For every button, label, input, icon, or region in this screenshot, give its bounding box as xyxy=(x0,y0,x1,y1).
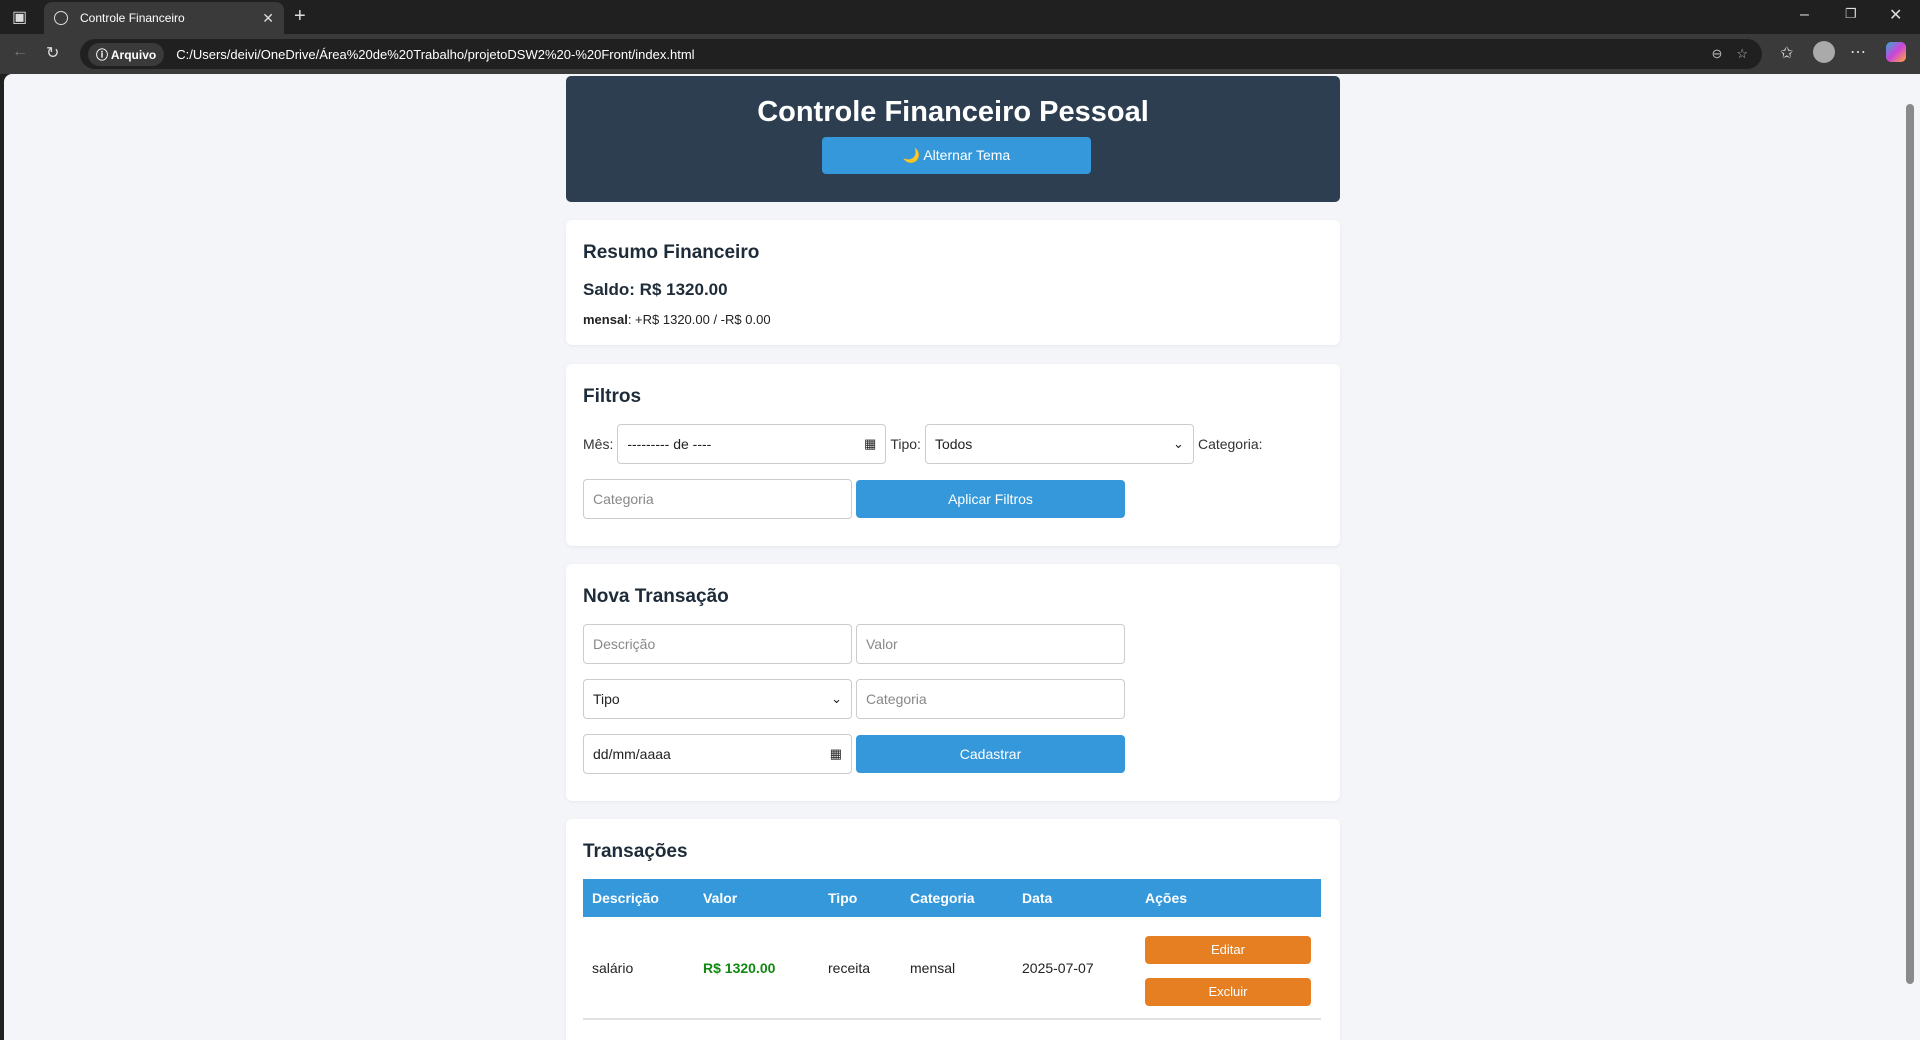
delete-button[interactable]: Excluir xyxy=(1145,977,1311,1006)
column-header: Data xyxy=(1013,879,1136,917)
summary-card: Resumo Financeiro Saldo: R$ 1320.00 mens… xyxy=(566,220,1340,345)
page-title: Controle Financeiro Pessoal xyxy=(757,96,1149,128)
transactions-card: Transações Descrição Valor Tipo Categori… xyxy=(566,819,1340,1040)
address-row: ← ↻ ⓘ Arquivo C:/Users/deivi/OneDrive/Ár… xyxy=(0,34,1920,74)
column-header: Valor xyxy=(694,879,819,917)
favorite-star-icon[interactable]: ☆ xyxy=(1736,46,1748,62)
toggle-theme-button[interactable]: 🌙 Alternar Tema xyxy=(822,137,1091,174)
url-text: C:/Users/deivi/OneDrive/Área%20de%20Trab… xyxy=(176,46,695,62)
type-label: Tipo: xyxy=(890,436,921,452)
transactions-title: Transações xyxy=(583,841,688,862)
column-header: Ações xyxy=(1136,879,1321,917)
zoom-icon[interactable]: ⊖ xyxy=(1711,46,1722,62)
apply-filters-button[interactable]: Aplicar Filtros xyxy=(856,480,1125,518)
column-header: Categoria xyxy=(901,879,1013,917)
value-input[interactable]: Valor xyxy=(856,624,1125,664)
favorites-icon[interactable]: ✩ xyxy=(1780,43,1793,63)
transactions-table: Descrição Valor Tipo Categoria Data Açõe… xyxy=(583,879,1321,1020)
cell-description: salário xyxy=(583,917,694,1020)
page-viewport: Controle Financeiro Pessoal 🌙 Alternar T… xyxy=(4,74,1900,1040)
cell-category: mensal xyxy=(901,917,1013,1020)
chevron-down-icon: ⌄ xyxy=(831,691,842,706)
new-transaction-card: Nova Transação Descrição Valor Tipo ⌄ Cat… xyxy=(566,564,1340,801)
reload-icon[interactable]: ↻ xyxy=(46,43,59,63)
cell-type: receita xyxy=(819,917,901,1020)
new-tab-icon[interactable]: + xyxy=(294,5,306,28)
profile-avatar[interactable] xyxy=(1813,41,1835,63)
type-select[interactable]: Tipo ⌄ xyxy=(583,679,852,719)
scrollbar[interactable] xyxy=(1900,74,1920,1040)
edit-button[interactable]: Editar xyxy=(1145,935,1311,964)
category-input[interactable]: Categoria xyxy=(856,679,1125,719)
copilot-icon[interactable] xyxy=(1886,42,1906,62)
submit-button[interactable]: Cadastrar xyxy=(856,735,1125,773)
table-row: salário R$ 1320.00 receita mensal 2025-0… xyxy=(583,917,1321,1020)
close-tab-icon[interactable]: ✕ xyxy=(262,10,274,27)
close-window-icon[interactable]: ✕ xyxy=(1889,5,1902,25)
calendar-icon[interactable]: ▦ xyxy=(864,436,876,452)
minimize-icon[interactable]: – xyxy=(1800,6,1809,24)
scrollbar-thumb[interactable] xyxy=(1906,104,1914,984)
description-input[interactable]: Descrição xyxy=(583,624,852,664)
table-header: Descrição Valor Tipo Categoria Data Açõe… xyxy=(583,879,1321,917)
app-header: Controle Financeiro Pessoal 🌙 Alternar T… xyxy=(566,76,1340,202)
address-bar[interactable]: ⓘ Arquivo C:/Users/deivi/OneDrive/Área%2… xyxy=(80,39,1762,69)
chevron-down-icon: ⌄ xyxy=(1173,436,1184,451)
summary-title: Resumo Financeiro xyxy=(583,242,760,263)
column-header: Tipo xyxy=(819,879,901,917)
category-label: Categoria: xyxy=(1197,436,1263,452)
filters-title: Filtros xyxy=(583,386,642,407)
back-icon[interactable]: ← xyxy=(12,43,28,61)
more-icon[interactable]: ⋯ xyxy=(1850,42,1866,62)
category-filter-input[interactable]: Categoria xyxy=(583,479,852,519)
cell-date: 2025-07-07 xyxy=(1013,917,1136,1020)
balance: Saldo: R$ 1320.00 xyxy=(583,280,728,299)
browser-tab[interactable]: Controle Financeiro ✕ xyxy=(44,2,284,34)
browser-tab-bar: ▣ Controle Financeiro ✕ + – ❐ ✕ xyxy=(0,0,1920,34)
type-select[interactable]: Todos ⌄ xyxy=(924,424,1194,464)
sidebar-toggle-icon[interactable]: ▣ xyxy=(12,7,27,27)
tab-title: Controle Financeiro xyxy=(80,11,185,25)
globe-icon xyxy=(54,11,68,25)
column-header: Descrição xyxy=(583,879,694,917)
category-summary: mensal: +R$ 1320.00 / -R$ 0.00 xyxy=(583,312,771,327)
filters-card: Filtros Mês: --------- de ---- ▦ Tipo: To… xyxy=(566,364,1340,546)
cell-actions: Editar Excluir xyxy=(1136,917,1321,1020)
new-transaction-title: Nova Transação xyxy=(583,586,729,607)
calendar-icon[interactable]: ▦ xyxy=(830,746,842,762)
cell-value: R$ 1320.00 xyxy=(694,917,819,1020)
month-input[interactable]: --------- de ---- ▦ xyxy=(617,424,887,464)
month-label: Mês: xyxy=(583,436,614,452)
date-input[interactable]: dd/mm/aaaa ▦ xyxy=(583,734,852,774)
restore-icon[interactable]: ❐ xyxy=(1845,6,1857,22)
site-info[interactable]: ⓘ Arquivo xyxy=(88,42,165,66)
